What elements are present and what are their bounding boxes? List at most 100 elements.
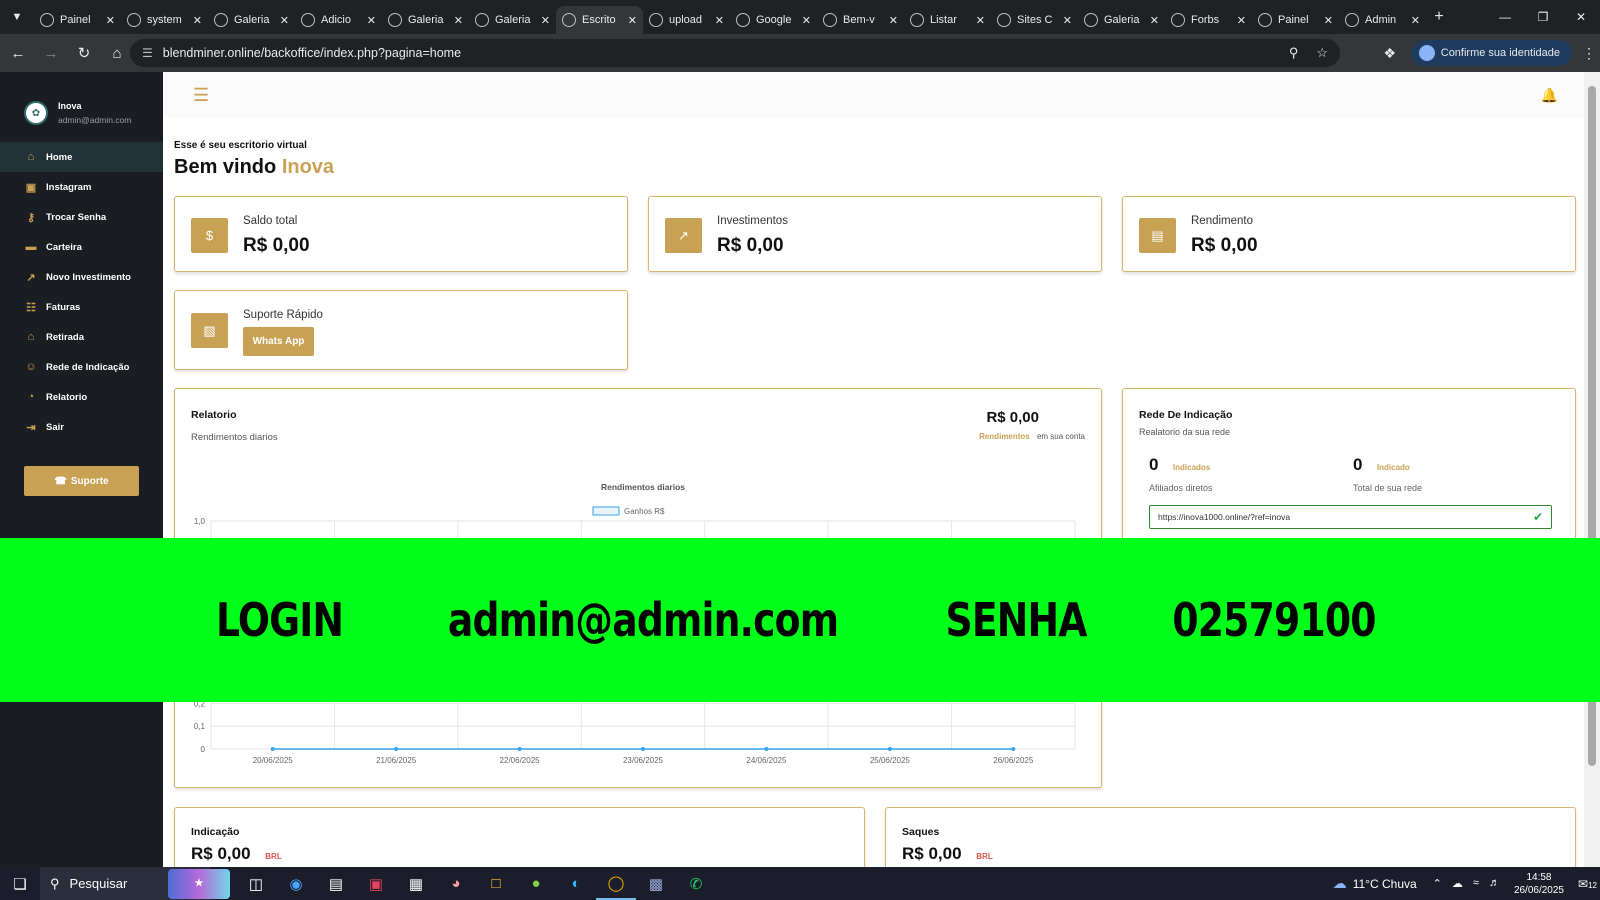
browser-tab[interactable]: Adicio ✕ bbox=[295, 6, 382, 34]
tab-close-icon[interactable]: ✕ bbox=[1063, 14, 1072, 27]
onedrive-cloud-icon[interactable]: ☁ bbox=[1452, 877, 1463, 890]
browser-tab[interactable]: Galeria ✕ bbox=[1078, 6, 1165, 34]
x-tick-label: 21/06/2025 bbox=[376, 756, 417, 765]
new-tab-plus-icon[interactable]: + bbox=[1426, 8, 1452, 26]
windows-taskbar: ❏ ⚲ Pesquisar ★ ◫ ◉ ▤ ▣ ▦ ◕ □ ● ◐ ◯ ▩ ✆ … bbox=[0, 867, 1600, 900]
invoice-icon: ☷ bbox=[26, 301, 36, 314]
wifi-icon[interactable]: ≈ bbox=[1473, 877, 1479, 890]
sidebar-user: ✿ Inova admin@admin.com bbox=[0, 72, 163, 130]
tab-close-icon[interactable]: ✕ bbox=[1150, 14, 1159, 27]
restore-icon[interactable]: ❐ bbox=[1524, 0, 1562, 34]
sidebar-item-sair[interactable]: ⇥ Sair bbox=[0, 412, 163, 442]
whatsapp-button[interactable]: Whats App bbox=[243, 327, 314, 356]
tab-close-icon[interactable]: ✕ bbox=[802, 14, 811, 27]
browser-tab[interactable]: Listar ✕ bbox=[904, 6, 991, 34]
app-icon-notes[interactable]: ▩ bbox=[636, 867, 676, 900]
browser-tab[interactable]: system ✕ bbox=[121, 6, 208, 34]
notification-icon[interactable]: ✉12 bbox=[1578, 877, 1600, 891]
tab-close-icon[interactable]: ✕ bbox=[541, 14, 550, 27]
zoom-magnifier-icon[interactable]: ⚲ bbox=[1289, 45, 1299, 61]
minimize-icon[interactable]: — bbox=[1486, 0, 1524, 34]
clock[interactable]: 14:58 26/06/2025 bbox=[1514, 871, 1564, 897]
browser-tab[interactable]: Painel ✕ bbox=[1252, 6, 1339, 34]
tab-close-icon[interactable]: ✕ bbox=[367, 14, 376, 27]
referral-link-input[interactable]: https://inova1000.online/?ref=inova ✔ bbox=[1149, 505, 1552, 529]
browser-tab[interactable]: Bem-v ✕ bbox=[817, 6, 904, 34]
tab-close-icon[interactable]: ✕ bbox=[889, 14, 898, 27]
x-tick-label: 22/06/2025 bbox=[500, 756, 541, 765]
sidebar-item-novo-investimento[interactable]: ↗ Novo Investimento bbox=[0, 262, 163, 292]
chrome-icon[interactable]: ◯ bbox=[596, 867, 636, 900]
sidebar-item-label: Rede de Indicação bbox=[46, 361, 130, 373]
globe-icon bbox=[1084, 13, 1098, 27]
support-card: ▧ Suporte Rápido Whats App bbox=[174, 290, 628, 370]
windows-start-icon[interactable]: ❏ bbox=[0, 867, 40, 900]
close-window-icon[interactable]: ✕ bbox=[1562, 0, 1600, 34]
browser-tab[interactable]: upload ✕ bbox=[643, 6, 730, 34]
sidebar-item-relatorio[interactable]: ◔ Relatorio bbox=[0, 382, 163, 412]
sidebar-item-label: Novo Investimento bbox=[46, 271, 131, 283]
sidebar-item-trocar-senha[interactable]: ⚷ Trocar Senha bbox=[0, 202, 163, 232]
calculator-icon[interactable]: ▦ bbox=[396, 867, 436, 900]
browser-tab[interactable]: Escrito ✕ bbox=[556, 6, 643, 34]
extensions-puzzle-icon[interactable]: ❖ bbox=[1375, 45, 1405, 62]
sidebar-item-instagram[interactable]: ▣ Instagram bbox=[0, 172, 163, 202]
identity-button[interactable]: Confirme sua identidade bbox=[1410, 40, 1572, 66]
site-info-icon[interactable]: ☰ bbox=[142, 46, 153, 60]
address-bar[interactable]: ☰ blendminer.online/backoffice/index.php… bbox=[130, 39, 1340, 67]
tab-close-icon[interactable]: ✕ bbox=[280, 14, 289, 27]
tab-close-icon[interactable]: ✕ bbox=[1411, 14, 1420, 27]
whatsapp-icon[interactable]: ✆ bbox=[676, 867, 716, 900]
hamburger-menu-icon[interactable]: ☰ bbox=[193, 85, 209, 106]
weather-text: 11°C Chuva bbox=[1352, 876, 1417, 891]
support-button[interactable]: ☎ Suporte bbox=[24, 466, 139, 496]
tab-close-icon[interactable]: ✕ bbox=[628, 14, 637, 27]
tab-close-icon[interactable]: ✕ bbox=[1237, 14, 1246, 27]
edge-icon[interactable]: ◐ bbox=[556, 867, 596, 900]
tab-close-icon[interactable]: ✕ bbox=[1324, 14, 1333, 27]
reload-icon[interactable]: ↻ bbox=[69, 38, 99, 68]
tab-close-icon[interactable]: ✕ bbox=[454, 14, 463, 27]
instagram-icon[interactable]: ▣ bbox=[356, 867, 396, 900]
tab-title: Adicio bbox=[321, 14, 351, 26]
window-controls: — ❐ ✕ bbox=[1486, 0, 1600, 34]
tab-close-icon[interactable]: ✕ bbox=[106, 14, 115, 27]
app-icon-globe[interactable]: ◕ bbox=[436, 867, 476, 900]
sidebar-item-home[interactable]: ⌂ Home bbox=[0, 142, 163, 172]
saques-currency: BRL bbox=[976, 852, 993, 861]
browser-tab[interactable]: Forbs ✕ bbox=[1165, 6, 1252, 34]
file-explorer-icon[interactable]: □ bbox=[476, 867, 516, 900]
weather-widget[interactable]: ☁ 11°C Chuva bbox=[1333, 875, 1417, 892]
tab-search-chevron-icon[interactable]: ▼ bbox=[0, 0, 34, 34]
app-icon-capcut[interactable]: ▤ bbox=[316, 867, 356, 900]
browser-tab[interactable]: Sites C ✕ bbox=[991, 6, 1078, 34]
browser-tab[interactable]: Galeria ✕ bbox=[208, 6, 295, 34]
browser-tab[interactable]: Galeria ✕ bbox=[469, 6, 556, 34]
bell-icon[interactable]: 🔔 bbox=[1541, 87, 1558, 104]
app-icon-blue[interactable]: ◉ bbox=[276, 867, 316, 900]
sidebar-item-carteira[interactable]: ▬ Carteira bbox=[0, 232, 163, 262]
back-arrow-icon[interactable]: ← bbox=[3, 38, 33, 68]
sidebar-item-retirada[interactable]: ⌂ Retirada bbox=[0, 322, 163, 352]
tab-close-icon[interactable]: ✕ bbox=[976, 14, 985, 27]
app-icon-green[interactable]: ● bbox=[516, 867, 556, 900]
search-highlight-icon[interactable]: ★ bbox=[168, 868, 230, 899]
chevron-up-icon[interactable]: ⌃ bbox=[1433, 877, 1442, 890]
speaker-icon[interactable]: ♬ bbox=[1489, 877, 1500, 890]
tab-close-icon[interactable]: ✕ bbox=[715, 14, 724, 27]
home-icon[interactable]: ⌂ bbox=[102, 38, 132, 68]
browser-tab[interactable]: Galeria ✕ bbox=[382, 6, 469, 34]
browser-menu-icon[interactable]: ⋮ bbox=[1578, 45, 1600, 62]
task-view-icon[interactable]: ◫ bbox=[236, 867, 276, 900]
browser-tab[interactable]: Admin ✕ bbox=[1339, 6, 1426, 34]
sidebar-menu: ⌂ Home ▣ Instagram ⚷ Trocar Senha ▬ Carteira ↗ No… bbox=[0, 142, 163, 442]
tab-close-icon[interactable]: ✕ bbox=[193, 14, 202, 27]
forward-arrow-icon[interactable]: → bbox=[36, 38, 66, 68]
sidebar-item-faturas[interactable]: ☷ Faturas bbox=[0, 292, 163, 322]
page-scrollbar[interactable] bbox=[1584, 72, 1600, 867]
browser-tab[interactable]: Painel ✕ bbox=[34, 6, 121, 34]
bookmark-star-icon[interactable]: ☆ bbox=[1316, 45, 1328, 61]
sidebar-item-rede-de-indica-o[interactable]: ☺ Rede de Indicação bbox=[0, 352, 163, 382]
browser-tab[interactable]: Google ✕ bbox=[730, 6, 817, 34]
sidebar-item-label: Faturas bbox=[46, 301, 81, 313]
